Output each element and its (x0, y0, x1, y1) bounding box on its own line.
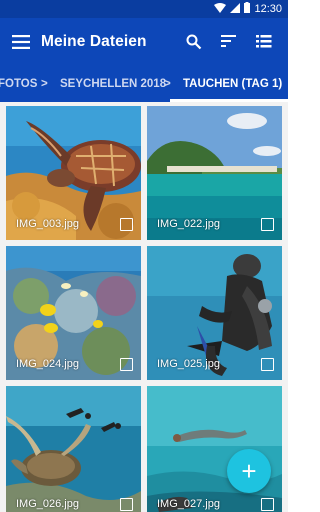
signal-icon (230, 2, 241, 16)
breadcrumb-item-fotos[interactable]: FOTOS (0, 78, 37, 90)
file-name: IMG_026.jpg (16, 498, 79, 510)
select-checkbox[interactable] (261, 358, 274, 371)
chevron-right-icon: > (41, 78, 48, 90)
add-button[interactable]: + (227, 449, 271, 493)
select-checkbox[interactable] (120, 218, 133, 231)
battery-icon (244, 2, 251, 16)
select-checkbox[interactable] (120, 358, 133, 371)
app-bar: Meine Dateien (0, 18, 288, 66)
file-name: IMG_027.jpg (157, 498, 220, 510)
menu-icon[interactable] (10, 32, 32, 52)
file-tile[interactable]: IMG_026.jpg (6, 386, 141, 512)
status-time: 12:30 (254, 3, 282, 15)
search-icon[interactable] (183, 31, 205, 53)
file-tile[interactable]: IMG_025.jpg (147, 246, 282, 380)
file-name: IMG_003.jpg (16, 218, 79, 230)
list-view-icon[interactable] (253, 31, 275, 53)
file-tile[interactable]: IMG_003.jpg (6, 106, 141, 240)
select-checkbox[interactable] (261, 218, 274, 231)
chevron-right-icon: > (164, 78, 171, 90)
breadcrumb-item-current[interactable]: TAUCHEN (TAG 1) (183, 78, 282, 90)
file-name: IMG_022.jpg (157, 218, 220, 230)
file-tile[interactable]: IMG_027.jpg (147, 386, 282, 512)
breadcrumb: FOTOS > SEYCHELLEN 2018 > TAUCHEN (TAG 1… (0, 66, 288, 102)
select-checkbox[interactable] (261, 498, 274, 511)
status-bar: 12:30 (0, 0, 288, 18)
select-checkbox[interactable] (120, 498, 133, 511)
page-title: Meine Dateien (41, 33, 147, 50)
sort-icon[interactable] (218, 31, 240, 53)
file-name: IMG_025.jpg (157, 358, 220, 370)
breadcrumb-item-seychellen[interactable]: SEYCHELLEN 2018 (60, 78, 166, 90)
file-tile[interactable]: IMG_022.jpg (147, 106, 282, 240)
file-name: IMG_024.jpg (16, 358, 79, 370)
wifi-icon (214, 2, 227, 16)
photo-thumbnail (147, 386, 282, 512)
file-tile[interactable]: IMG_024.jpg (6, 246, 141, 380)
photo-thumbnail (6, 386, 141, 512)
